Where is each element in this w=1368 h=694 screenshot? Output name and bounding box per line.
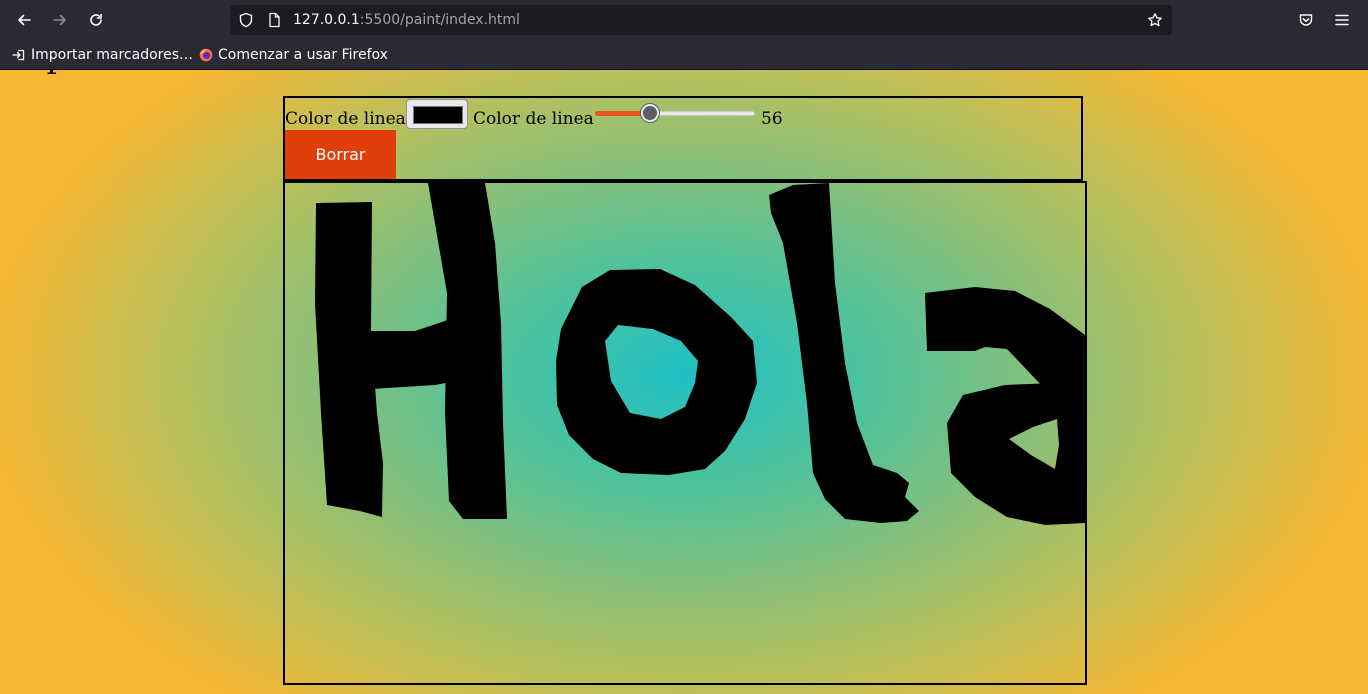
forward-button[interactable] xyxy=(46,6,74,34)
color-label: Color de linea xyxy=(285,109,406,129)
hamburger-menu-icon xyxy=(1335,14,1349,26)
width-label: Color de linea xyxy=(473,109,594,129)
stroke-a-top xyxy=(925,287,1085,389)
reload-button[interactable] xyxy=(82,6,110,34)
back-arrow-icon xyxy=(18,14,31,26)
color-swatch xyxy=(413,106,463,124)
line-color-picker[interactable] xyxy=(406,99,468,129)
import-icon xyxy=(12,48,26,62)
stroke-a-bowl xyxy=(947,383,1085,525)
stroke-o-ring xyxy=(556,269,757,475)
stroke-l xyxy=(769,183,919,523)
url-path: :5500/paint/index.html xyxy=(359,12,520,28)
url-text[interactable]: 127.0.0.1:5500/paint/index.html xyxy=(293,11,520,29)
url-bar[interactable]: 127.0.0.1:5500/paint/index.html xyxy=(230,5,1172,35)
page-viewport: P Color de linea Color de linea 56 Borra… xyxy=(0,70,1368,694)
pocket-icon xyxy=(1299,14,1313,26)
shield-icon[interactable] xyxy=(238,12,254,28)
controls-panel: Color de linea Color de linea 56 Borrar xyxy=(283,96,1083,181)
line-width-value: 56 xyxy=(761,109,783,129)
back-button[interactable] xyxy=(10,6,38,34)
url-host: 127.0.0.1 xyxy=(293,12,360,28)
slider-thumb[interactable] xyxy=(641,104,659,122)
line-width-slider[interactable] xyxy=(595,104,755,124)
reload-icon xyxy=(90,13,102,26)
page-heading-partial: P xyxy=(46,70,65,81)
bookmark-firefox-label: Comenzar a usar Firefox xyxy=(218,47,388,63)
bookmark-import-label: Importar marcadores… xyxy=(31,47,193,63)
star-icon[interactable] xyxy=(1147,12,1163,28)
drawn-strokes xyxy=(315,183,1085,525)
clear-button[interactable]: Borrar xyxy=(285,130,396,179)
page-icon xyxy=(266,12,282,28)
firefox-icon xyxy=(199,48,213,62)
drawing-canvas[interactable] xyxy=(283,181,1087,685)
bookmark-import[interactable]: Importar marcadores… xyxy=(12,45,193,65)
canvas-drawing xyxy=(315,183,1085,525)
app-menu-button[interactable] xyxy=(1328,6,1356,34)
bookmarks-toolbar: Importar marcadores… Comenzar a usar Fir… xyxy=(0,40,1368,70)
browser-toolbar: 127.0.0.1:5500/paint/index.html xyxy=(0,0,1368,40)
forward-arrow-icon xyxy=(53,14,66,26)
pocket-button[interactable] xyxy=(1292,6,1320,34)
bookmark-firefox[interactable]: Comenzar a usar Firefox xyxy=(199,45,388,65)
